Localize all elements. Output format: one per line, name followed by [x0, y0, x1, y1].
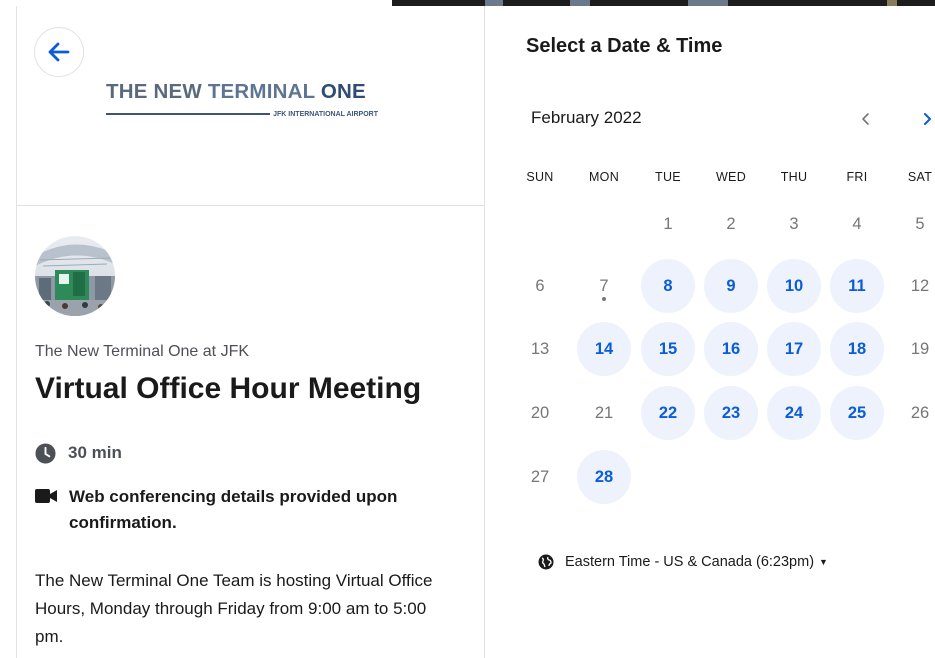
event-description: The New Terminal One Team is hosting Vir…: [35, 571, 433, 646]
video-camera-icon: [35, 489, 57, 503]
day-number: 15: [658, 339, 678, 358]
available-day-24[interactable]: 24: [767, 386, 821, 440]
weekday-thu: THU: [780, 170, 808, 184]
previous-month-button[interactable]: [852, 105, 880, 133]
day-number: 27: [530, 467, 550, 486]
month-label: February 2022: [531, 108, 642, 127]
date-picker-heading: Select a Date & Time: [526, 35, 723, 57]
back-button[interactable]: [34, 27, 84, 77]
event-title: Virtual Office Hour Meeting: [35, 372, 422, 405]
unavailable-day-5: 5: [893, 197, 935, 251]
day-number: 11: [848, 276, 866, 295]
weekday-fri: FRI: [846, 170, 868, 184]
logo-word-terminal: TERMINAL: [207, 80, 321, 103]
day-number: 7: [599, 276, 609, 295]
logo-word-the-new: THE NEW: [106, 80, 208, 103]
available-day-8[interactable]: 8: [641, 259, 695, 313]
available-day-15[interactable]: 15: [641, 322, 695, 376]
day-number: 17: [784, 339, 804, 358]
available-day-10[interactable]: 10: [767, 259, 821, 313]
location-text: Web conferencing details provided upon c…: [69, 487, 398, 532]
available-day-16[interactable]: 16: [704, 322, 758, 376]
unavailable-day-7: 7: [577, 259, 631, 313]
unavailable-day-12: 12: [893, 259, 935, 313]
globe-icon: [538, 554, 554, 570]
day-number: 28: [594, 467, 614, 486]
unavailable-day-2: 2: [704, 197, 758, 251]
day-number: 22: [658, 403, 678, 422]
day-number: 21: [594, 403, 614, 422]
weekday-sun: SUN: [526, 170, 554, 184]
logo-wordmark: THE NEW TERMINAL ONE: [106, 81, 378, 103]
company-logo: THE NEW TERMINAL ONE JFK INTERNATIONAL A…: [106, 81, 378, 121]
available-day-11[interactable]: 11: [830, 259, 884, 313]
available-day-9[interactable]: 9: [704, 259, 758, 313]
page-margin: [0, 0, 16, 658]
organizer-avatar: [35, 236, 115, 316]
unavailable-day-13: 13: [513, 322, 567, 376]
weekday-tue: TUE: [655, 170, 681, 184]
section-divider: [17, 205, 484, 206]
unavailable-day-21: 21: [577, 386, 631, 440]
duration-text: 30 min: [68, 443, 122, 462]
day-number: 19: [910, 339, 930, 358]
day-number: 9: [726, 276, 736, 295]
timezone-selector[interactable]: Eastern Time - US & Canada (6:23pm) ▼: [538, 554, 828, 570]
weekday-wed: WED: [715, 170, 747, 184]
logo-rule: [106, 113, 271, 115]
available-day-18[interactable]: 18: [830, 322, 884, 376]
terminal-photo-image: [35, 236, 115, 316]
day-number: 14: [594, 339, 614, 358]
logo-tagline: JFK INTERNATIONAL AIRPORT: [106, 109, 378, 119]
day-number: 13: [530, 339, 550, 358]
unavailable-day-19: 19: [893, 322, 935, 376]
weekday-mon: MON: [588, 170, 620, 184]
timezone-text: Eastern Time - US & Canada (6:23pm): [565, 554, 815, 570]
today-indicator-dot: [602, 297, 606, 301]
caret-down-icon: ▼: [819, 557, 828, 567]
unavailable-day-1: 1: [641, 197, 695, 251]
day-number: 6: [535, 276, 545, 295]
day-number: 18: [847, 339, 867, 358]
day-number: 25: [847, 403, 867, 422]
day-number: 8: [663, 276, 673, 295]
day-number: 20: [530, 403, 550, 422]
unavailable-day-6: 6: [513, 259, 567, 313]
event-details-panel: THE NEW TERMINAL ONE JFK INTERNATIONAL A…: [16, 6, 485, 658]
next-month-button[interactable]: [913, 105, 935, 133]
available-day-22[interactable]: 22: [641, 386, 695, 440]
unavailable-day-27: 27: [513, 450, 567, 504]
available-day-23[interactable]: 23: [704, 386, 758, 440]
day-number: 10: [784, 276, 804, 295]
logo-word-one: ONE: [320, 80, 366, 103]
day-number: 23: [721, 403, 741, 422]
day-number: 5: [915, 214, 925, 233]
day-number: 2: [726, 214, 736, 233]
unavailable-day-4: 4: [830, 197, 884, 251]
day-number: 4: [852, 214, 862, 233]
unavailable-day-26: 26: [893, 386, 935, 440]
available-day-25[interactable]: 25: [830, 386, 884, 440]
event-location: Web conferencing details provided upon c…: [35, 484, 449, 536]
day-number: 12: [910, 276, 930, 295]
unavailable-day-3: 3: [767, 197, 821, 251]
available-day-14[interactable]: 14: [577, 322, 631, 376]
available-day-28[interactable]: 28: [577, 450, 631, 504]
unavailable-day-20: 20: [513, 386, 567, 440]
organizer-name: The New Terminal One at JFK: [35, 343, 250, 360]
clock-icon: [35, 443, 56, 464]
day-number: 24: [784, 403, 804, 422]
logo-tagline-text: JFK INTERNATIONAL AIRPORT: [273, 110, 378, 118]
chevron-left-icon: [862, 113, 869, 125]
arrow-left-icon: [48, 42, 70, 62]
chevron-right-icon: [924, 113, 931, 125]
available-day-17[interactable]: 17: [767, 322, 821, 376]
weekday-sat: SAT: [907, 170, 933, 184]
day-number: 16: [721, 339, 741, 358]
day-number: 1: [663, 214, 673, 233]
day-number: 26: [910, 403, 930, 422]
day-number: 3: [789, 214, 799, 233]
date-picker-panel: Select a Date & Time February 2022 SUN MO…: [486, 6, 935, 658]
event-duration: 30 min: [35, 442, 122, 464]
